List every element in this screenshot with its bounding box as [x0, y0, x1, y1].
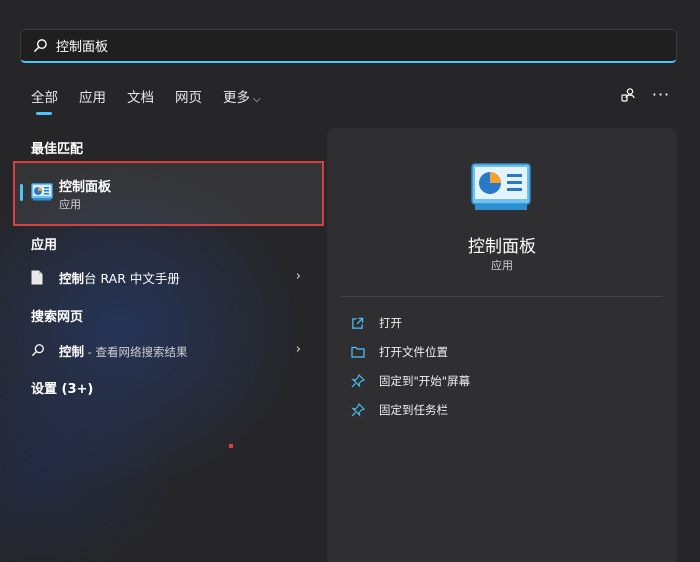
action-pin-to-start-label: 固定到"开始"屏幕 [379, 374, 471, 388]
control-panel-large-icon [471, 163, 531, 215]
pin-icon [351, 403, 369, 417]
web-search-heading: 搜索网页 [31, 310, 84, 325]
search-input[interactable] [56, 38, 656, 53]
tab-documents-label: 文档 [127, 90, 154, 106]
filter-tabs: 全部 应用 文档 网页 更多 ⌵ [31, 86, 282, 115]
tab-more-label: 更多 [223, 90, 250, 106]
app-result-bold: 控制 [59, 270, 85, 286]
tab-web[interactable]: 网页 [175, 86, 202, 115]
account-switch-icon [621, 88, 635, 102]
web-result-bold: 控制 [59, 343, 85, 359]
tab-all-label: 全部 [31, 90, 58, 106]
red-marker [229, 444, 233, 448]
app-result-rest: 台 RAR 中文手册 [84, 270, 180, 286]
chevron-right-icon[interactable]: › [296, 269, 301, 284]
action-open[interactable]: 打开 [351, 313, 402, 333]
action-pin-to-taskbar-label: 固定到任务栏 [379, 403, 448, 417]
apps-heading: 应用 [31, 238, 58, 253]
tab-more[interactable]: 更多 ⌵ [223, 86, 261, 115]
action-open-file-location[interactable]: 打开文件位置 [351, 342, 448, 362]
more-options-button[interactable]: ··· [651, 85, 671, 105]
document-icon [31, 270, 51, 285]
search-icon [31, 343, 51, 357]
search-icon [34, 39, 47, 52]
best-match-heading: 最佳匹配 [31, 142, 84, 157]
tab-web-label: 网页 [175, 90, 202, 106]
action-open-file-location-label: 打开文件位置 [379, 345, 448, 359]
action-pin-to-start[interactable]: 固定到"开始"屏幕 [351, 371, 470, 391]
preview-type: 应用 [491, 259, 513, 272]
best-match-name: 控制面板 [59, 180, 112, 195]
web-result-rest: - 查看网络搜索结果 [84, 344, 188, 359]
best-match-item[interactable]: 控制面板 应用 [13, 161, 324, 226]
account-switch-button[interactable] [618, 85, 638, 105]
divider [341, 296, 663, 297]
action-pin-to-taskbar[interactable]: 固定到任务栏 [351, 400, 448, 420]
tab-documents[interactable]: 文档 [127, 86, 154, 115]
more-options-icon: ··· [651, 85, 671, 104]
preview-panel: 控制面板 应用 打开 打开文件位置 固定到"开始"屏幕 固定到任务栏 [327, 128, 677, 562]
chevron-right-icon[interactable]: › [296, 342, 301, 357]
chevron-down-icon: ⌵ [253, 94, 261, 105]
app-result-item[interactable]: 控制台 RAR 中文手册 › [31, 266, 311, 288]
preview-name: 控制面板 [468, 237, 536, 257]
pin-icon [351, 374, 369, 388]
web-result-item[interactable]: 控制 - 查看网络搜索结果 › [31, 339, 311, 361]
tab-all[interactable]: 全部 [31, 86, 58, 115]
folder-icon [351, 346, 369, 358]
tab-apps-label: 应用 [79, 90, 106, 106]
open-external-icon [351, 317, 369, 330]
search-box[interactable] [20, 29, 677, 63]
settings-heading[interactable]: 设置 (3+) [31, 378, 93, 397]
selection-indicator [20, 184, 23, 201]
tab-apps[interactable]: 应用 [79, 86, 106, 115]
action-open-label: 打开 [379, 316, 402, 330]
control-panel-icon [31, 183, 53, 205]
best-match-type: 应用 [59, 198, 81, 211]
